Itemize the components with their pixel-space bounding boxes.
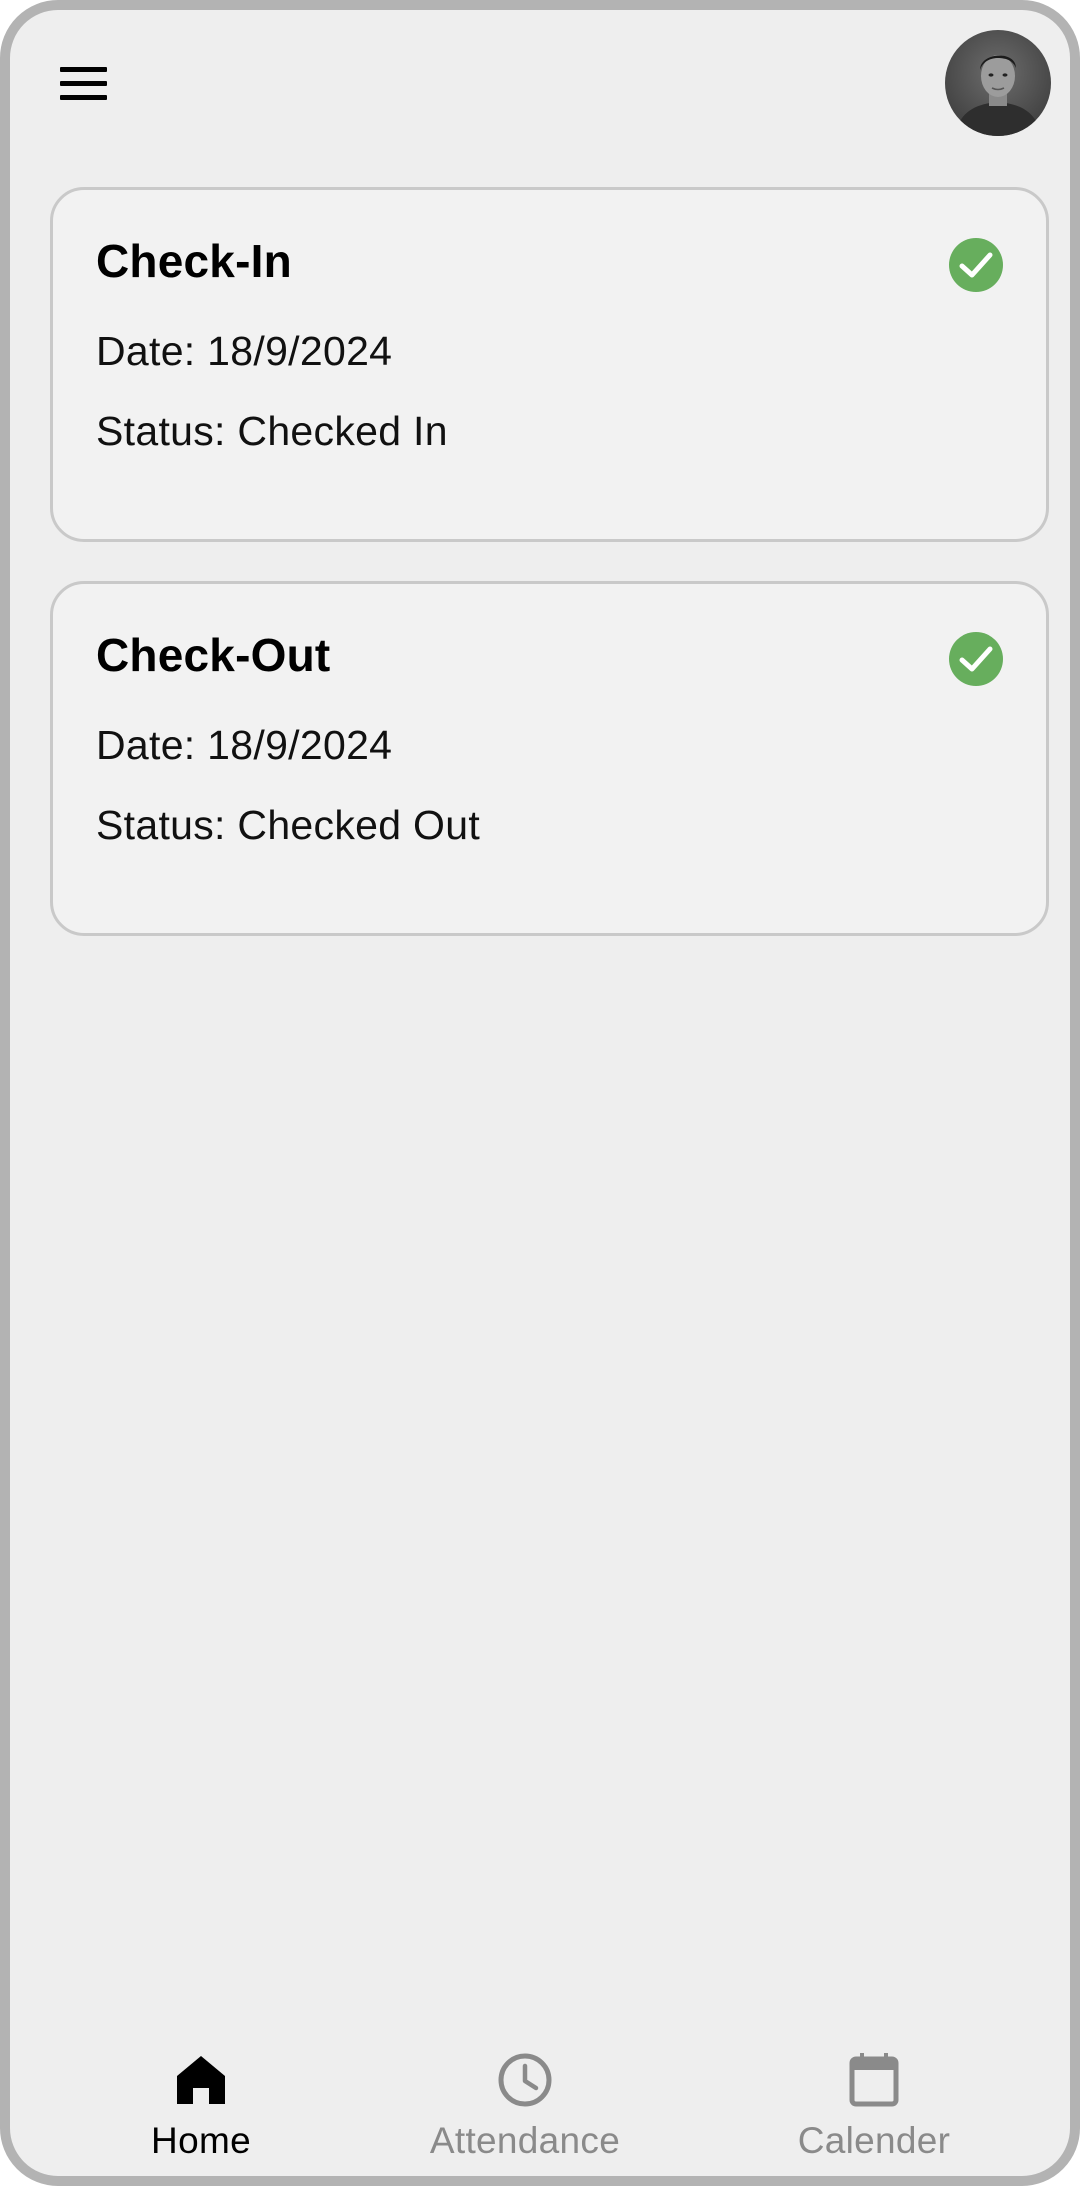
app-screen: Check-In Date: 18/9/2024 Status: Checked… xyxy=(0,0,1080,2186)
bottom-navigation: Home Attendance Calender xyxy=(10,2030,1070,2170)
card-title: Check-Out xyxy=(96,629,331,681)
nav-label-home: Home xyxy=(151,2120,251,2161)
home-icon xyxy=(177,2056,225,2104)
menu-icon-bar xyxy=(60,95,107,100)
user-photo xyxy=(945,30,1051,136)
nav-item-calender[interactable]: Calender xyxy=(744,2030,1004,2170)
check-circle-icon xyxy=(949,238,1003,292)
check-out-card: Check-Out Date: 18/9/2024 Status: Checke… xyxy=(50,581,1049,936)
menu-button[interactable] xyxy=(50,60,116,110)
nav-label-attendance: Attendance xyxy=(429,2120,621,2161)
menu-icon-bar xyxy=(60,67,107,72)
card-status: Status: Checked In xyxy=(96,408,448,454)
nav-item-attendance[interactable]: Attendance xyxy=(395,2030,655,2170)
card-date: Date: 18/9/2024 xyxy=(96,722,393,768)
nav-item-home[interactable]: Home xyxy=(71,2030,331,2170)
clock-icon xyxy=(498,2053,552,2107)
card-date: Date: 18/9/2024 xyxy=(96,328,393,374)
card-status: Status: Checked Out xyxy=(96,802,481,848)
check-circle-icon xyxy=(949,632,1003,686)
nav-label-calender: Calender xyxy=(797,2120,951,2161)
menu-icon-bar xyxy=(60,81,107,86)
calendar-icon xyxy=(849,2053,899,2107)
avatar[interactable] xyxy=(945,30,1051,136)
check-in-card: Check-In Date: 18/9/2024 Status: Checked… xyxy=(50,187,1049,542)
card-title: Check-In xyxy=(96,235,292,287)
